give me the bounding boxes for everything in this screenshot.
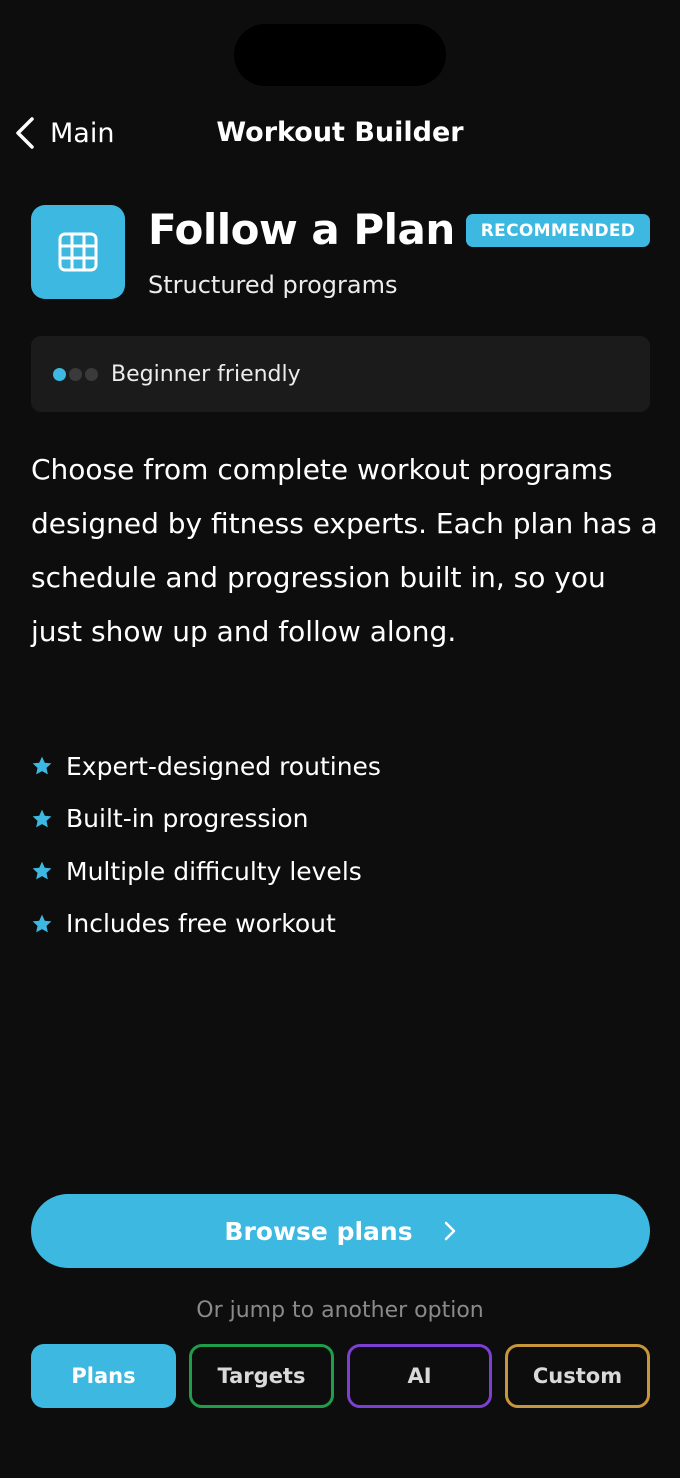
difficulty-dots: [53, 367, 98, 381]
plan-description: Choose from complete workout programs de…: [31, 453, 658, 648]
recommended-badge: RECOMMENDED: [466, 214, 650, 247]
difficulty-dot: [69, 367, 82, 381]
grid-icon: [58, 232, 98, 272]
option-switcher: Plans Targets AI Custom: [31, 1344, 650, 1408]
star-icon: [32, 809, 52, 828]
page-title: Workout Builder: [216, 117, 464, 148]
difficulty-dot: [53, 367, 66, 381]
option-ai-button[interactable]: AI: [347, 1344, 492, 1408]
feature-label: Built-in progression: [66, 804, 309, 834]
browse-plans-button[interactable]: Browse plans: [31, 1194, 650, 1268]
plan-subtitle: Structured programs: [148, 271, 398, 299]
feature-label: Multiple difficulty levels: [66, 856, 362, 886]
difficulty-label: Beginner friendly: [111, 361, 301, 387]
feature-item: Expert-designed routines: [31, 740, 381, 793]
plan-title: Follow a Plan: [148, 205, 455, 254]
feature-item: Built-in progression: [31, 793, 381, 846]
jump-label: Or jump to another option: [196, 1298, 484, 1323]
difficulty-card: Beginner friendly: [31, 336, 650, 412]
feature-label: Expert-designed routines: [66, 751, 381, 781]
chevron-right-icon: [444, 1221, 455, 1241]
feature-label: Includes free workout: [66, 909, 336, 939]
star-icon: [32, 756, 52, 775]
feature-item: Includes free workout: [31, 898, 381, 951]
dynamic-island: [234, 24, 446, 86]
star-icon: [32, 914, 52, 933]
option-targets-button[interactable]: Targets: [189, 1344, 334, 1408]
option-custom-button[interactable]: Custom: [505, 1344, 650, 1408]
feature-list: Expert-designed routines Built-in progre…: [31, 740, 381, 950]
option-plans-button[interactable]: Plans: [31, 1344, 176, 1408]
difficulty-dot: [85, 367, 98, 381]
feature-item: Multiple difficulty levels: [31, 845, 381, 898]
browse-plans-label: Browse plans: [224, 1216, 413, 1246]
star-icon: [32, 861, 52, 880]
plan-icon-tile: [31, 205, 125, 299]
